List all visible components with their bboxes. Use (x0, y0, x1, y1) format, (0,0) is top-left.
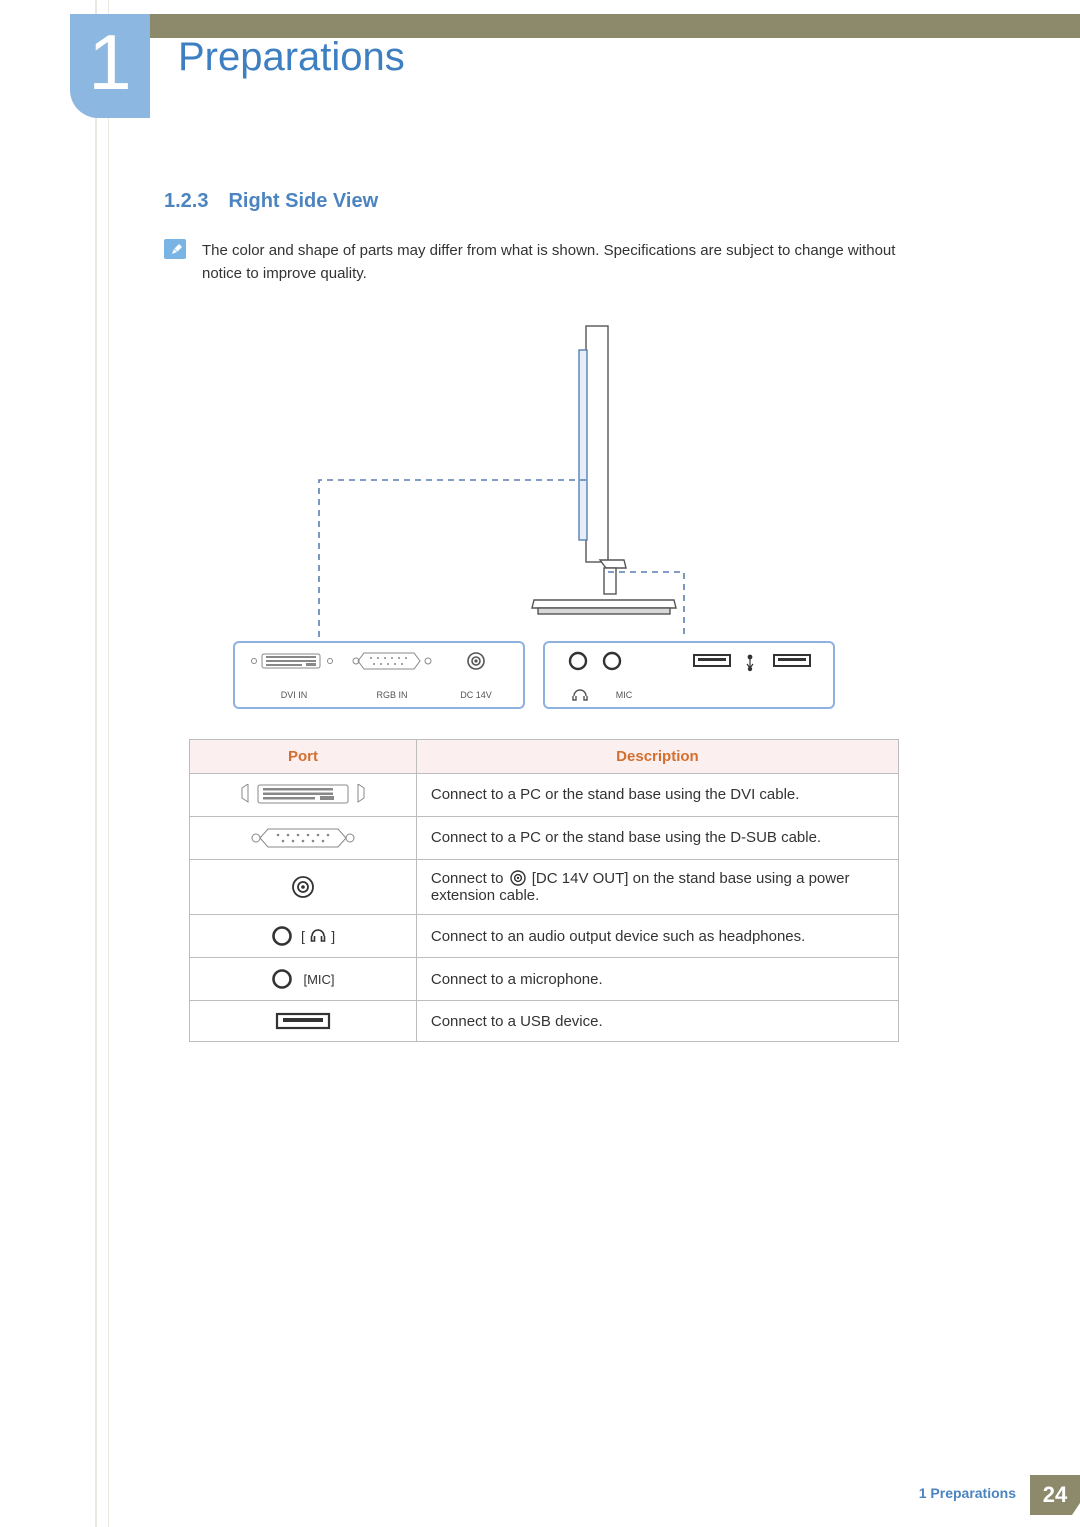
table-row: Connect to [DC 14V OUT] on the stand bas… (190, 859, 899, 915)
dc-inline-icon (510, 870, 526, 887)
side-view-diagram: DVI IN RGB IN DC 14V MIC (204, 320, 884, 725)
label-mic: MIC (616, 690, 633, 700)
table-row: Connect to a PC or the stand base using … (190, 773, 899, 816)
chapter-title: Preparations (178, 35, 405, 80)
port-mic-icon: [MIC] (190, 958, 417, 1001)
port-mic-label: [MIC] (303, 972, 334, 987)
margin-line (108, 0, 109, 1527)
chapter-number: 1 (88, 23, 131, 101)
port-usb-icon (190, 1001, 417, 1042)
label-dc14v: DC 14V (460, 690, 492, 700)
table-row: [ ] Connect to an audio output device su… (190, 915, 899, 958)
page-footer: 1 Preparations 24 (919, 1475, 1080, 1515)
port-dsub-icon (190, 816, 417, 859)
section-heading: 1.2.3 Right Side View (164, 190, 924, 213)
footer-page-number: 24 (1030, 1475, 1080, 1515)
content-area: 1.2.3 Right Side View The color and shape… (164, 190, 924, 1042)
pencil-icon (164, 239, 186, 259)
section-title: Right Side View (228, 190, 378, 212)
th-port: Port (190, 739, 417, 773)
desc-dsub: Connect to a PC or the stand base using … (416, 816, 898, 859)
desc-dvi: Connect to a PC or the stand base using … (416, 773, 898, 816)
th-description: Description (416, 739, 898, 773)
desc-dc: Connect to [DC 14V OUT] on the stand bas… (416, 859, 898, 915)
port-headphone-icon: [ ] (190, 915, 417, 958)
footer-chapter-ref: 1 Preparations (919, 1475, 1030, 1515)
section-number: 1.2.3 (164, 190, 208, 212)
table-row: Connect to a PC or the stand base using … (190, 816, 899, 859)
desc-mic: Connect to a microphone. (416, 958, 898, 1001)
label-rgb-in: RGB IN (376, 690, 407, 700)
desc-headphone: Connect to an audio output device such a… (416, 915, 898, 958)
label-dvi-in: DVI IN (281, 690, 308, 700)
table-row: Connect to a USB device. (190, 1001, 899, 1042)
desc-usb: Connect to a USB device. (416, 1001, 898, 1042)
port-dc-icon (190, 859, 417, 915)
port-dvi-icon (190, 773, 417, 816)
note-row: The color and shape of parts may differ … (164, 239, 924, 286)
note-text: The color and shape of parts may differ … (202, 239, 924, 286)
chapter-badge: 1 (70, 14, 150, 118)
ports-table: Port Description Connect to a PC or the … (189, 739, 899, 1043)
table-row: [MIC] Connect to a microphone. (190, 958, 899, 1001)
